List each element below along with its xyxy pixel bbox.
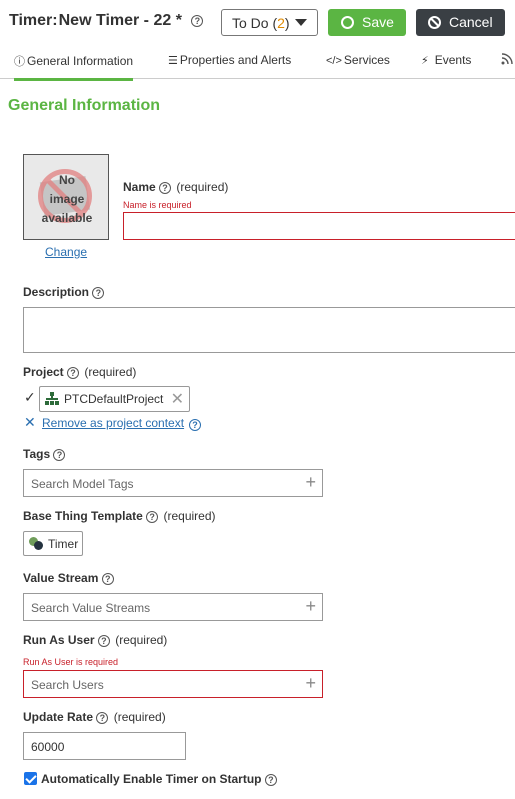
tags-label-row: Tags ? xyxy=(23,447,66,461)
help-icon[interactable]: ? xyxy=(96,711,109,724)
project-label: Project xyxy=(23,365,64,379)
entity-name: New Timer - 22 xyxy=(58,12,172,29)
project-label-row: Project ? (required) xyxy=(23,365,136,379)
caret-down-icon xyxy=(295,19,307,26)
required-text: (required) xyxy=(176,180,229,194)
help-icon[interactable]: ? xyxy=(146,510,159,523)
tab-general-information[interactable]: ⓘ General Information xyxy=(14,53,134,81)
project-chip-label: PTCDefaultProject xyxy=(64,392,164,406)
check-icon: ✓ xyxy=(24,389,36,405)
base-thing-template-value: Timer xyxy=(48,537,79,551)
tags-placeholder: Search Model Tags xyxy=(31,477,134,491)
required-text: (required) xyxy=(115,633,168,647)
run-as-user-placeholder: Search Users xyxy=(31,678,104,692)
run-as-user-search-input[interactable]: Search Users + xyxy=(23,670,323,698)
help-icon[interactable]: ? xyxy=(189,416,201,434)
help-icon[interactable]: ? xyxy=(159,181,172,194)
tab-properties-and-alerts[interactable]: ☰ Properties and Alerts xyxy=(168,53,291,67)
tags-label: Tags xyxy=(23,447,51,461)
cancel-button[interactable]: Cancel xyxy=(416,9,505,36)
name-error: Name is required xyxy=(123,200,192,210)
thing-template-icon xyxy=(29,537,44,551)
value-stream-placeholder: Search Value Streams xyxy=(31,601,151,615)
description-label-row: Description ? xyxy=(23,285,105,299)
rss-icon xyxy=(501,53,513,65)
remove-x-icon: ✕ xyxy=(24,414,36,430)
value-stream-label-row: Value Stream ? xyxy=(23,571,114,585)
plus-icon[interactable]: + xyxy=(305,473,316,491)
required-text: (required) xyxy=(163,509,216,523)
help-icon[interactable]: ? xyxy=(101,572,114,585)
save-button[interactable]: Save xyxy=(328,9,406,36)
tab-services[interactable]: </> Services xyxy=(326,53,390,67)
value-stream-label: Value Stream xyxy=(23,571,99,585)
todo-count: 2 xyxy=(277,15,285,31)
thing-image: No image available xyxy=(23,154,109,240)
hierarchy-icon xyxy=(45,392,59,406)
no-image-line2: image xyxy=(49,192,85,206)
cancel-label: Cancel xyxy=(449,14,493,30)
tab-bar: ⓘ General Information ☰ Properties and Ale… xyxy=(0,45,515,81)
name-field[interactable] xyxy=(123,212,515,240)
tab-label: Services xyxy=(343,53,390,67)
title-prefix: Timer: xyxy=(9,12,58,29)
no-image-line1: No xyxy=(59,173,75,187)
tab-label: Properties and Alerts xyxy=(179,53,292,67)
tab-subscriptions[interactable] xyxy=(501,53,513,68)
tags-search-input[interactable]: Search Model Tags + xyxy=(23,469,323,497)
help-icon[interactable]: ? xyxy=(191,14,204,27)
remove-chip-icon[interactable]: ✕ xyxy=(171,389,184,409)
save-label: Save xyxy=(362,14,394,30)
run-as-user-label-row: Run As User ? (required) xyxy=(23,633,167,647)
auto-enable-label-row: Automatically Enable Timer on Startup ? xyxy=(41,772,277,786)
plus-icon[interactable]: + xyxy=(305,597,316,615)
ban-icon xyxy=(428,16,441,29)
base-thing-template-chip[interactable]: Timer xyxy=(23,531,83,556)
tab-label: General Information xyxy=(27,54,134,68)
no-image-text: No image available xyxy=(24,171,108,228)
list-icon: ☰ xyxy=(168,55,178,67)
update-rate-label-row: Update Rate ? (required) xyxy=(23,710,166,724)
update-rate-label: Update Rate xyxy=(23,710,94,724)
required-text: (required) xyxy=(113,710,166,724)
help-icon[interactable]: ? xyxy=(97,634,110,647)
description-label: Description xyxy=(23,285,90,299)
base-thing-template-label: Base Thing Template xyxy=(23,509,143,523)
help-icon[interactable]: ? xyxy=(67,366,80,379)
help-icon[interactable]: ? xyxy=(53,448,66,461)
update-rate-value: 60000 xyxy=(31,740,65,754)
update-rate-input[interactable]: 60000 xyxy=(23,732,186,760)
run-as-user-error: Run As User is required xyxy=(23,657,119,667)
info-circle-icon: ⓘ xyxy=(14,56,25,68)
unsaved-marker: * xyxy=(175,12,182,29)
section-title: General Information xyxy=(8,97,161,114)
tab-label: Events xyxy=(434,53,472,67)
required-text: (required) xyxy=(84,365,137,379)
todo-label: To Do ( xyxy=(232,15,278,31)
circle-icon xyxy=(341,16,354,29)
name-label-row: Name ? (required) xyxy=(123,180,228,194)
remove-project-context-link[interactable]: Remove as project context xyxy=(42,416,184,430)
auto-enable-label: Automatically Enable Timer on Startup xyxy=(41,772,262,786)
run-as-user-label: Run As User xyxy=(23,633,95,647)
help-icon[interactable]: ? xyxy=(264,773,277,786)
value-stream-search-input[interactable]: Search Value Streams + xyxy=(23,593,323,621)
base-thing-template-label-row: Base Thing Template ? (required) xyxy=(23,509,216,523)
help-icon[interactable]: ? xyxy=(92,286,105,299)
todo-dropdown[interactable]: To Do (2) xyxy=(221,9,318,36)
description-field[interactable] xyxy=(23,307,515,353)
auto-enable-checkbox[interactable] xyxy=(24,772,37,785)
page-title: Timer:New Timer - 22 * ? xyxy=(9,12,204,30)
name-label: Name xyxy=(123,180,156,194)
todo-suffix: ) xyxy=(284,15,290,31)
lightning-icon: ⚡ xyxy=(421,55,429,67)
plus-icon[interactable]: + xyxy=(305,674,316,692)
tab-events[interactable]: ⚡ Events xyxy=(421,53,471,67)
change-image-link[interactable]: Change xyxy=(45,245,87,259)
code-icon: </> xyxy=(326,55,342,67)
project-chip[interactable]: PTCDefaultProject ✕ xyxy=(39,386,190,412)
no-image-line3: available xyxy=(41,211,93,225)
